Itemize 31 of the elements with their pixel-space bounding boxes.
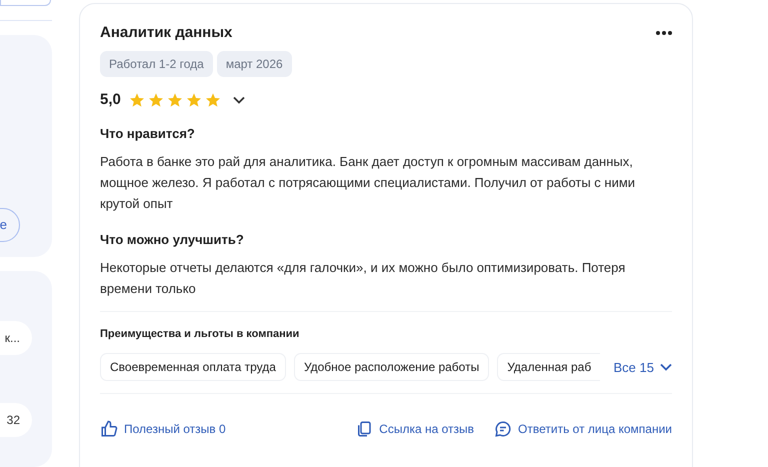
star-icon [148, 92, 164, 108]
thumbs-up-icon [100, 420, 118, 438]
chevron-down-icon [232, 96, 245, 104]
review-tag: Работал 1-2 года [100, 51, 213, 77]
star-icon [128, 92, 145, 108]
benefits-heading: Преимущества и льготы в компании [100, 328, 300, 340]
sidebar-chip[interactable]: к... [0, 321, 32, 356]
action-link[interactable]: Полезный отзыв 0 [100, 420, 226, 438]
rating-value: 5,0 [100, 91, 121, 108]
section-heading: Что можно улучшить? [100, 232, 245, 247]
more-icon[interactable] [656, 30, 672, 34]
action-link[interactable]: Ответить от лица компании [494, 420, 672, 438]
star-icon [166, 92, 183, 108]
sidebar-button[interactable]: е [0, 208, 20, 242]
show-all-button[interactable]: Все 15 [614, 360, 672, 374]
search-field[interactable] [0, 0, 51, 6]
benefit-chip: Удобное расположение работы [294, 353, 490, 381]
action-link[interactable]: Ссылка на отзыв [355, 420, 474, 438]
chat-icon [494, 420, 512, 438]
section-heading: Что нравится? [100, 126, 196, 141]
chevron-down-icon [660, 363, 672, 371]
star-icon [186, 92, 202, 108]
star-icon [204, 92, 221, 108]
benefit-chip: Своевременная оплата труда [100, 353, 286, 381]
review-text: Работа в банке это рай для аналитика. Банк дает доступ к огромным массивам данных, мощное железо. Я работал с потрясающими специалистами. Получил от работы с ними крутой опыт [100, 153, 636, 213]
review-text: Некоторые отчеты делаются «для галочки», и их можно было оптимизировать. Потеря времени только [100, 259, 626, 298]
review-title: Аналитик данных [100, 24, 232, 41]
review-tag: март 2026 [216, 51, 292, 77]
copy-icon [355, 420, 374, 438]
sidebar-chip[interactable]: 32 [0, 403, 32, 438]
benefit-chip: Удаленная раб [497, 353, 600, 381]
